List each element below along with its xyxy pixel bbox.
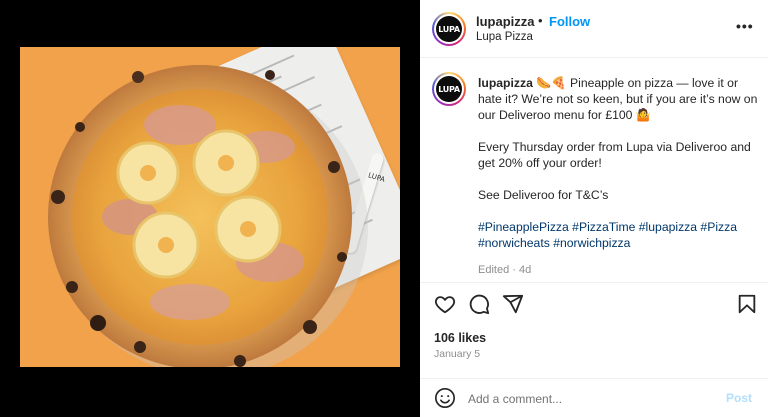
post-sidebar: LUPA lupapizza • Follow Lupa Pizza ••• L… <box>420 0 768 417</box>
post-comment-button[interactable]: Post <box>726 391 752 405</box>
action-bar: 106 likes January 5 Post <box>420 282 768 416</box>
avatar-logo: LUPA <box>436 16 462 42</box>
share-icon[interactable] <box>502 293 524 315</box>
username-link[interactable]: lupapizza <box>476 14 535 29</box>
post-header: LUPA lupapizza • Follow Lupa Pizza ••• <box>420 0 768 58</box>
separator-dot: • <box>538 13 543 28</box>
likes-count[interactable]: 106 likes <box>434 331 486 345</box>
follow-button[interactable]: Follow <box>549 14 590 29</box>
caption-hashtags[interactable]: #PineapplePizza #PizzaTime #lupapizza #P… <box>478 219 760 251</box>
caption-paragraph-2: Every Thursday order from Lupa via Deliv… <box>478 140 751 170</box>
caption-username[interactable]: lupapizza <box>478 76 533 90</box>
pizza-illustration <box>48 65 368 367</box>
caption-paragraph-3: See Deliveroo for T&C’s <box>478 188 609 202</box>
bookmark-icon[interactable] <box>736 293 758 315</box>
emoji-icon[interactable] <box>434 387 456 409</box>
pizza-photo[interactable]: LUPA <box>20 47 400 367</box>
comment-icon[interactable] <box>468 293 490 315</box>
caption-paragraph-1: lupapizza 🌭🍕 Pineapple on pizza — love i… <box>478 75 760 123</box>
post-media[interactable]: LUPA <box>0 0 420 417</box>
caption-avatar-logo: LUPA <box>436 76 462 102</box>
comment-input[interactable] <box>468 389 708 409</box>
caption-body: lupapizza 🌭🍕 Pineapple on pizza — love i… <box>478 75 760 278</box>
location-link[interactable]: Lupa Pizza <box>476 31 533 43</box>
caption-meta: Edited · 4d <box>478 264 532 276</box>
avatar[interactable]: LUPA <box>432 12 466 46</box>
heart-icon[interactable] <box>434 293 456 315</box>
caption-section: LUPA lupapizza 🌭🍕 Pineapple on pizza — l… <box>420 59 768 281</box>
more-horizontal-icon[interactable]: ••• <box>736 18 754 34</box>
post-date: January 5 <box>434 348 481 360</box>
comment-box: Post <box>420 378 768 417</box>
caption-avatar[interactable]: LUPA <box>432 72 466 106</box>
